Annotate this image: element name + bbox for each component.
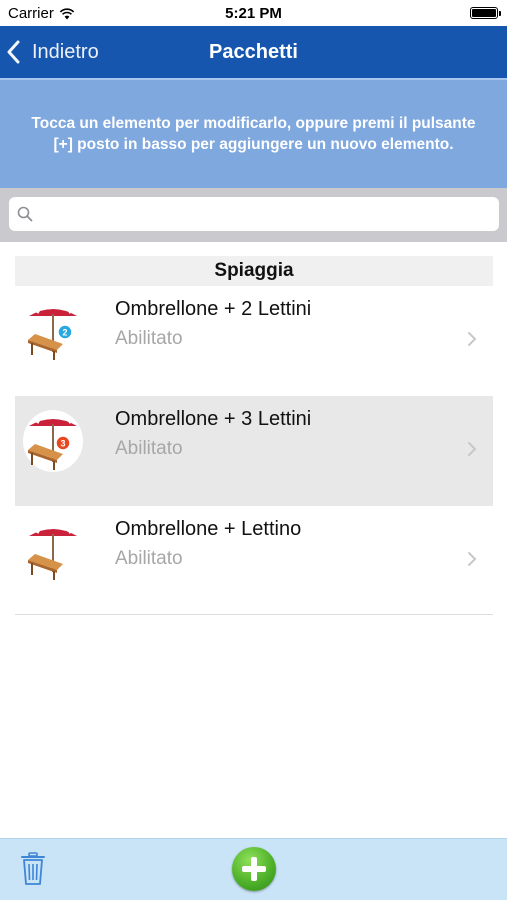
nav-bar: Indietro Pacchetti [0, 26, 507, 78]
info-banner: Tocca un elemento per modificarlo, oppur… [0, 78, 507, 188]
search-icon [17, 206, 33, 222]
search-bar [0, 188, 507, 242]
back-button[interactable]: Indietro [6, 26, 99, 78]
chevron-right-icon [468, 552, 477, 566]
back-label: Indietro [32, 40, 99, 63]
item-badge: 3 [60, 439, 65, 449]
delete-button[interactable] [20, 852, 46, 891]
battery-icon [470, 7, 501, 19]
bottom-toolbar [0, 838, 507, 900]
package-thumbnail: 3 [23, 410, 83, 472]
info-text: Tocca un elemento per modificarlo, oppur… [31, 115, 476, 153]
add-button[interactable] [232, 847, 276, 891]
item-subtitle: Abilitato [115, 438, 183, 459]
package-thumbnail: 2 [23, 300, 83, 362]
search-field[interactable] [9, 197, 499, 231]
chevron-right-icon [468, 442, 477, 456]
package-thumbnail [23, 520, 83, 582]
search-input[interactable] [41, 197, 491, 231]
list-item[interactable]: Ombrellone + Lettino Abilitato [15, 506, 493, 616]
section-header: Spiaggia [15, 256, 493, 286]
item-title: Ombrellone + 2 Lettini [115, 298, 312, 320]
status-bar: Carrier 5:21 PM [0, 0, 507, 26]
trash-icon [21, 852, 45, 885]
umbrella-lounger-icon: 3 [28, 413, 77, 470]
umbrella-lounger-icon [28, 523, 77, 580]
list-item[interactable]: 3 Ombrellone + 3 Lettini Abilitato [15, 396, 493, 506]
item-badge: 2 [62, 328, 67, 338]
list-divider [15, 614, 493, 615]
item-subtitle: Abilitato [115, 328, 183, 349]
status-time: 5:21 PM [225, 5, 282, 22]
back-chevron-icon [7, 40, 20, 64]
item-subtitle: Abilitato [115, 548, 183, 569]
umbrella-lounger-icon: 2 [28, 303, 77, 360]
list-item[interactable]: 2 Ombrellone + 2 Lettini Abilitato [15, 286, 493, 396]
item-title: Ombrellone + Lettino [115, 518, 302, 540]
item-title: Ombrellone + 3 Lettini [115, 408, 312, 430]
chevron-right-icon [468, 332, 477, 346]
